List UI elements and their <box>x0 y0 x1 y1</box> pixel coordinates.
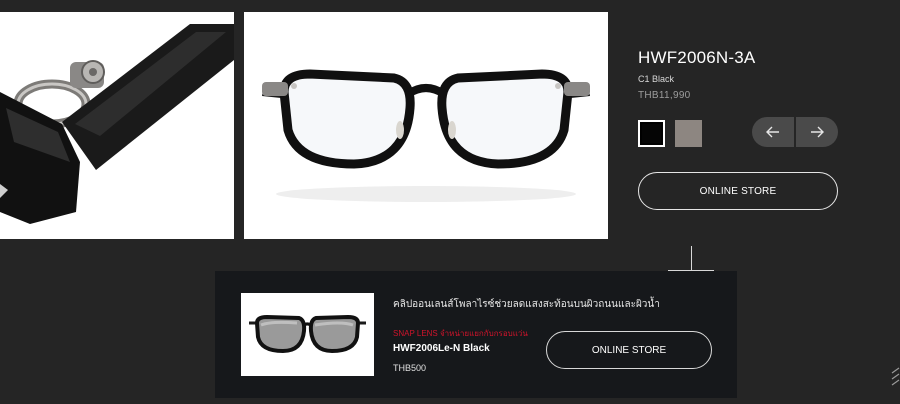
color-swatch-grey[interactable] <box>675 120 702 147</box>
product-main-photo[interactable] <box>244 12 608 239</box>
product-detail-photo[interactable] <box>0 12 234 239</box>
arrow-right-icon <box>811 126 824 138</box>
color-swatch-black[interactable] <box>638 120 665 147</box>
sunglasses-image <box>241 293 374 376</box>
promo-price: THB500 <box>393 363 427 373</box>
product-price: THB11,990 <box>638 90 691 101</box>
product-page: HWF2006N-3A C1 Black THB11,990 ONLINE ST… <box>0 0 900 404</box>
glasses-front-image <box>244 12 608 239</box>
scroll-chevrons <box>891 367 900 386</box>
arrow-left-icon <box>766 126 779 138</box>
hinge-closeup-image <box>0 12 234 239</box>
scroll-down-icon[interactable] <box>890 364 900 386</box>
online-store-button[interactable]: ONLINE STORE <box>638 172 838 210</box>
snap-lens-promo-card: คลิปออนเลนส์โพลาไรซ์ช่วยลดแสงสะท้อนบนผิว… <box>215 271 737 398</box>
gallery-prev-button[interactable] <box>752 117 794 147</box>
snap-lens-product-photo[interactable] <box>241 293 374 376</box>
promo-model: HWF2006Le-N Black <box>393 343 490 354</box>
gallery-next-button[interactable] <box>796 117 838 147</box>
swatch-black-fill <box>642 124 661 143</box>
promo-online-store-button[interactable]: ONLINE STORE <box>546 331 712 369</box>
product-model-title: HWF2006N-3A <box>638 48 756 67</box>
product-color-name: C1 Black <box>638 74 675 84</box>
promo-tag: SNAP LENS จำหน่ายแยกกับกรอบแว่น <box>393 329 528 338</box>
promo-headline: คลิปออนเลนส์โพลาไรซ์ช่วยลดแสงสะท้อนบนผิว… <box>393 299 660 310</box>
